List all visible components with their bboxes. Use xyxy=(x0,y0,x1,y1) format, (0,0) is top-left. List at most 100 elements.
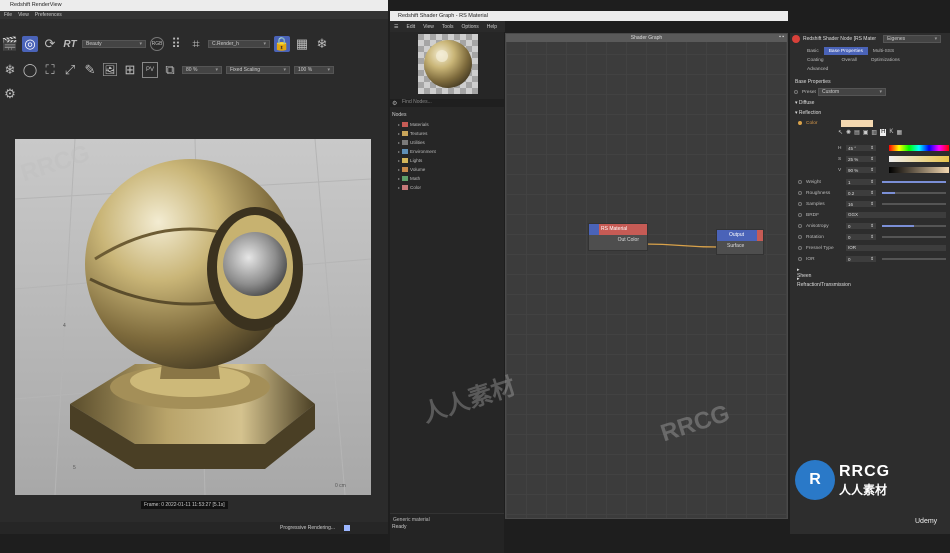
param-slider[interactable] xyxy=(882,225,946,227)
preset-dropdown[interactable]: Custom xyxy=(818,88,886,96)
hue-gradient[interactable] xyxy=(889,145,949,151)
tab-optimizations[interactable]: Optimizations xyxy=(866,56,905,64)
keyframe-dot-icon[interactable] xyxy=(798,235,802,239)
param-value[interactable]: 0 ⇕ xyxy=(846,256,876,262)
clapper-icon[interactable]: 🎬 xyxy=(2,36,18,52)
camera-dropdown[interactable]: C.Render_h xyxy=(208,40,270,48)
keyframe-dot-icon[interactable] xyxy=(798,213,802,217)
refresh-icon[interactable]: ⟳ xyxy=(42,36,58,52)
menu-options[interactable]: Options xyxy=(462,24,479,30)
category-environment[interactable]: ▸ Environment xyxy=(398,149,436,154)
image-icon[interactable]: ▣ xyxy=(863,129,869,136)
expand-icon[interactable]: ⤢ xyxy=(62,62,78,78)
rgb-mode-icon[interactable]: K xyxy=(889,129,893,136)
tab-coating[interactable]: Coating xyxy=(802,56,829,64)
render-viewport[interactable]: 4 5 0 cm xyxy=(15,139,371,495)
gear-icon[interactable]: ⚙ xyxy=(2,86,18,102)
rgb-button[interactable]: RGB xyxy=(150,37,164,51)
menu-view[interactable]: View xyxy=(18,12,29,18)
category-color[interactable]: ▸ Color xyxy=(398,185,421,190)
swatches-icon[interactable]: ▦ xyxy=(896,129,902,136)
param-value[interactable]: 16 ⇕ xyxy=(846,201,876,207)
lock-icon[interactable]: 🔒 xyxy=(274,36,290,52)
mode-dropdown[interactable]: Eigenes xyxy=(883,35,942,43)
node-graph-canvas[interactable]: Shader Graph ▪ ▪ RS Material Out Color O… xyxy=(505,33,788,519)
node-search-input[interactable]: Find Nodes... xyxy=(390,99,504,107)
scaling-dropdown[interactable]: Fixed Scaling xyxy=(226,66,290,74)
copy-icon[interactable]: ⧉ xyxy=(162,62,178,78)
keyframe-dot-icon[interactable] xyxy=(798,202,802,206)
focus-icon[interactable]: ⛶ xyxy=(42,62,58,78)
zoom-dropdown[interactable]: 80 % xyxy=(182,66,222,74)
category-materials[interactable]: ▸ Materials xyxy=(398,122,429,127)
value-value[interactable]: 90 % ⇕ xyxy=(846,167,876,173)
refraction-section[interactable]: ▸ Refraction/Transmission xyxy=(797,276,851,288)
param-slider[interactable] xyxy=(882,181,946,183)
menu-edit[interactable]: Edit xyxy=(406,24,415,30)
param-value[interactable]: 0 ⇕ xyxy=(846,234,876,240)
surface-port[interactable]: Surface xyxy=(717,241,763,251)
menu-preferences[interactable]: Preferences xyxy=(35,12,62,18)
category-lights[interactable]: ▸ Lights xyxy=(398,158,422,163)
fresnel-dropdown[interactable]: IOR xyxy=(846,245,946,251)
menu-tools[interactable]: Tools xyxy=(442,24,454,30)
keyframe-dot-icon[interactable] xyxy=(798,224,802,228)
param-slider[interactable] xyxy=(882,203,946,205)
param-value[interactable]: 1 ⇕ xyxy=(846,179,876,185)
color-wheel-icon[interactable]: ✺ xyxy=(846,129,851,136)
saturation-value[interactable]: 25 % ⇕ xyxy=(846,156,876,162)
eyedropper-icon[interactable]: ↖ xyxy=(838,129,843,136)
value-gradient[interactable] xyxy=(889,167,949,173)
keyframe-dot-icon[interactable] xyxy=(798,246,802,250)
reflection-section[interactable]: ▾ Reflection xyxy=(795,110,821,116)
keyframe-dot-icon[interactable] xyxy=(794,90,798,94)
exposure-dropdown[interactable]: 100 % xyxy=(294,66,334,74)
keyframe-dot-icon[interactable] xyxy=(798,191,802,195)
settings-icon[interactable]: ⚙ xyxy=(392,100,397,107)
add-icon[interactable]: ⊞ xyxy=(122,62,138,78)
grid-dots-icon[interactable]: ⠿ xyxy=(168,36,184,52)
param-slider[interactable] xyxy=(882,258,946,260)
out-color-port[interactable]: Out Color xyxy=(589,235,647,245)
snowflake-icon[interactable]: ❄ xyxy=(2,62,18,78)
param-slider[interactable] xyxy=(882,236,946,238)
hue-value[interactable]: 45 ° ⇕ xyxy=(846,145,876,151)
hsv-mode-icon[interactable]: H xyxy=(880,129,887,136)
diffuse-section[interactable]: ▾ Diffuse xyxy=(795,100,814,106)
tab-advanced[interactable]: Advanced xyxy=(802,65,833,73)
param-slider[interactable] xyxy=(882,192,946,194)
brdf-dropdown[interactable]: GGX xyxy=(846,212,946,218)
rt-button[interactable]: RT xyxy=(62,36,78,52)
category-textures[interactable]: ▸ Textures xyxy=(398,131,427,136)
keyframe-dot-icon[interactable] xyxy=(798,257,802,261)
snowflake-icon[interactable]: ❄ xyxy=(314,36,330,52)
image-icon[interactable]: 🖼 xyxy=(102,62,119,78)
color-swatch[interactable] xyxy=(841,119,873,127)
palette-icon[interactable]: ▥ xyxy=(871,129,877,136)
grid-icon[interactable]: ▦ xyxy=(294,36,310,52)
render-region-icon[interactable]: ◎ xyxy=(22,36,38,52)
aov-dropdown[interactable]: Beauty xyxy=(82,40,146,48)
param-value[interactable]: 0 ⇕ xyxy=(846,223,876,229)
tab-multi-sss[interactable]: Multi-SSS xyxy=(868,47,899,55)
category-utilities[interactable]: ▸ Utilities xyxy=(398,140,425,145)
saturation-gradient[interactable] xyxy=(889,156,949,162)
category-math[interactable]: ▸ Math xyxy=(398,176,420,181)
menu-view[interactable]: View xyxy=(423,24,434,30)
keyframe-dot-icon[interactable] xyxy=(798,121,802,125)
rs-material-node[interactable]: RS Material Out Color xyxy=(588,223,648,251)
tab-base-properties[interactable]: Base Properties xyxy=(823,47,868,55)
edit-icon[interactable]: ✎ xyxy=(82,62,98,78)
keyframe-dot-icon[interactable] xyxy=(798,180,802,184)
pv-icon[interactable]: PV xyxy=(142,62,158,78)
crop-icon[interactable]: ⌗ xyxy=(188,36,204,52)
menu-help[interactable]: Help xyxy=(487,24,497,30)
category-volume[interactable]: ▸ Volume xyxy=(398,167,425,172)
tab-overall[interactable]: Overall xyxy=(837,56,862,64)
circle-icon[interactable]: ◯ xyxy=(22,62,38,78)
output-node[interactable]: Output Surface xyxy=(716,229,764,255)
param-value[interactable]: 0.2 ⇕ xyxy=(846,190,876,196)
spectrum-icon[interactable]: ▤ xyxy=(854,129,860,136)
tab-basic[interactable]: Basic xyxy=(802,47,824,55)
menu-file[interactable]: File xyxy=(4,12,12,18)
